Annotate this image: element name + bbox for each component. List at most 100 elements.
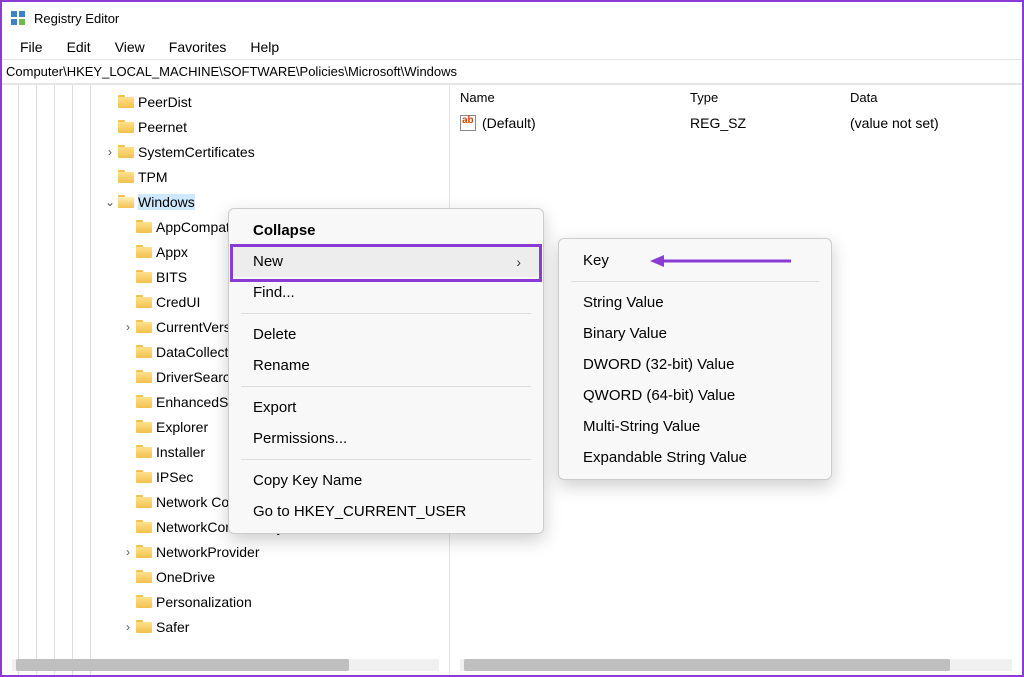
cell-data: (value not set) <box>840 115 1022 131</box>
menu-separator <box>241 313 531 314</box>
ctx-item-find[interactable]: Find... <box>233 277 539 308</box>
col-header-type[interactable]: Type <box>680 90 840 105</box>
folder-icon <box>136 520 152 533</box>
cell-name: (Default) <box>450 115 680 131</box>
folder-icon <box>136 420 152 433</box>
menu-item-label: Rename <box>253 357 310 374</box>
menu-item-label: Permissions... <box>253 430 347 447</box>
col-header-data[interactable]: Data <box>840 90 1022 105</box>
menu-item-label: Delete <box>253 326 296 343</box>
sub-item-string-value[interactable]: String Value <box>563 287 827 318</box>
folder-icon <box>118 170 134 183</box>
menu-item-label: String Value <box>583 294 664 311</box>
tree-item-label: BITS <box>156 269 187 285</box>
menu-item-label: QWORD (64-bit) Value <box>583 387 735 404</box>
menu-item-label: Find... <box>253 284 295 301</box>
sub-item-dword-32-bit-value[interactable]: DWORD (32-bit) Value <box>563 349 827 380</box>
cell-name-text: (Default) <box>482 115 536 131</box>
tree-item-label: Peernet <box>138 119 187 135</box>
expander-icon[interactable]: › <box>120 620 136 634</box>
context-menu[interactable]: Collapse New › Find... Delete Rename Export Per… <box>228 208 544 534</box>
folder-icon <box>136 220 152 233</box>
sub-item-key[interactable]: Key <box>563 245 827 276</box>
tree-item-label: Appx <box>156 244 188 260</box>
expander-icon[interactable]: › <box>102 145 118 159</box>
folder-icon <box>136 395 152 408</box>
ctx-item-delete[interactable]: Delete <box>233 319 539 350</box>
folder-icon <box>136 595 152 608</box>
list-h-scrollbar[interactable] <box>460 659 1012 671</box>
titlebar: Registry Editor <box>2 2 1022 34</box>
list-row[interactable]: (Default)REG_SZ(value not set) <box>450 110 1022 135</box>
folder-icon <box>118 95 134 108</box>
tree-item-label: AppCompat <box>156 219 230 235</box>
menu-separator <box>571 281 819 282</box>
menu-edit[interactable]: Edit <box>57 37 101 57</box>
tree-item-label: Windows <box>138 194 195 210</box>
menu-favorites[interactable]: Favorites <box>159 37 237 57</box>
tree-item-label: OneDrive <box>156 569 215 585</box>
menu-file[interactable]: File <box>10 37 53 57</box>
folder-icon <box>118 145 134 158</box>
menu-help[interactable]: Help <box>240 37 289 57</box>
tree-item-systemcertificates[interactable]: › SystemCertificates <box>2 139 449 164</box>
expander-icon[interactable]: › <box>120 545 136 559</box>
tree-item-label: SystemCertificates <box>138 144 255 160</box>
tree-item-personalization[interactable]: Personalization <box>2 589 449 614</box>
menu-item-label: Copy Key Name <box>253 472 362 489</box>
tree-item-label: CredUI <box>156 294 200 310</box>
sub-item-binary-value[interactable]: Binary Value <box>563 318 827 349</box>
folder-icon <box>136 370 152 383</box>
ctx-item-rename[interactable]: Rename <box>233 350 539 381</box>
tree-item-label: Safer <box>156 619 189 635</box>
list-header[interactable]: Name Type Data <box>450 85 1022 110</box>
folder-icon <box>118 120 134 133</box>
context-submenu-new[interactable]: Key String Value Binary Value DWORD (32-bit… <box>558 238 832 480</box>
tree-h-scrollbar[interactable] <box>12 659 439 671</box>
tree-item-label: PeerDist <box>138 94 192 110</box>
chevron-right-icon: › <box>516 254 521 270</box>
tree-item-onedrive[interactable]: OneDrive <box>2 564 449 589</box>
folder-icon <box>136 495 152 508</box>
menu-view[interactable]: View <box>105 37 155 57</box>
menu-item-label: New <box>253 253 283 270</box>
sub-item-expandable-string-value[interactable]: Expandable String Value <box>563 442 827 473</box>
app-icon <box>10 10 26 26</box>
tree-item-peerdist[interactable]: PeerDist <box>2 89 449 114</box>
folder-icon <box>118 195 134 208</box>
tree-item-safer[interactable]: › Safer <box>2 614 449 639</box>
sub-item-qword-64-bit-value[interactable]: QWORD (64-bit) Value <box>563 380 827 411</box>
menu-item-label: Export <box>253 399 296 416</box>
expander-icon[interactable]: › <box>120 320 136 334</box>
expander-icon[interactable]: ⌄ <box>102 195 118 209</box>
menu-separator <box>241 386 531 387</box>
tree-item-label: TPM <box>138 169 168 185</box>
tree-item-networkprovider[interactable]: › NetworkProvider <box>2 539 449 564</box>
folder-icon <box>136 270 152 283</box>
reg-string-icon <box>460 115 476 131</box>
address-bar[interactable]: Computer\HKEY_LOCAL_MACHINE\SOFTWARE\Pol… <box>2 60 1022 84</box>
folder-icon <box>136 445 152 458</box>
menu-item-label: Go to HKEY_CURRENT_USER <box>253 503 466 520</box>
menu-item-label: Key <box>583 252 609 269</box>
sub-item-multi-string-value[interactable]: Multi-String Value <box>563 411 827 442</box>
address-path: Computer\HKEY_LOCAL_MACHINE\SOFTWARE\Pol… <box>6 64 457 79</box>
tree-item-peernet[interactable]: Peernet <box>2 114 449 139</box>
menu-item-label: Binary Value <box>583 325 667 342</box>
ctx-item-permissions[interactable]: Permissions... <box>233 423 539 454</box>
menubar: File Edit View Favorites Help <box>2 34 1022 60</box>
ctx-item-collapse[interactable]: Collapse <box>233 215 539 246</box>
ctx-item-copy-key-name[interactable]: Copy Key Name <box>233 465 539 496</box>
col-header-name[interactable]: Name <box>450 90 680 105</box>
menu-item-label: Expandable String Value <box>583 449 747 466</box>
tree-item-label: IPSec <box>156 469 193 485</box>
tree-item-label: Installer <box>156 444 205 460</box>
tree-item-label: NetworkProvider <box>156 544 259 560</box>
ctx-item-new[interactable]: New › <box>233 246 539 277</box>
folder-icon <box>136 570 152 583</box>
menu-separator <box>241 459 531 460</box>
tree-item-tpm[interactable]: TPM <box>2 164 449 189</box>
ctx-item-go-to-hkey-current-user[interactable]: Go to HKEY_CURRENT_USER <box>233 496 539 527</box>
ctx-item-export[interactable]: Export <box>233 392 539 423</box>
folder-icon <box>136 245 152 258</box>
